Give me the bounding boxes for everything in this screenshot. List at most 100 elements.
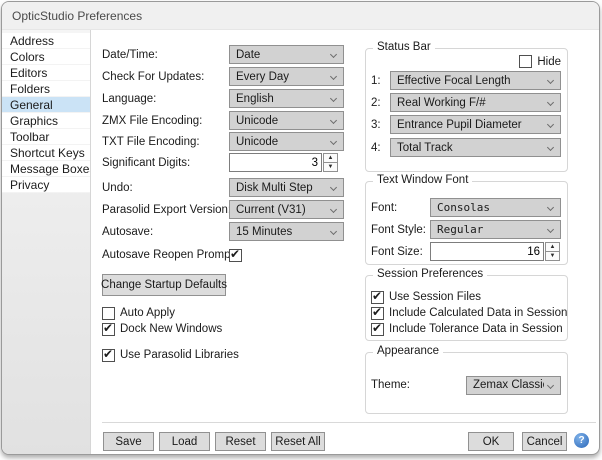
autosave-dropdown[interactable]: 15 Minutes — [229, 222, 344, 241]
check-updates-label: Check For Updates: — [102, 71, 229, 83]
help-button[interactable]: ? — [574, 433, 589, 448]
dock-new-windows-row: ✔ Dock New Windows — [102, 322, 222, 336]
slot-3-number: 3: — [371, 119, 390, 131]
check-icon: ✔ — [372, 305, 382, 319]
sidebar-item-folders[interactable]: Folders — [2, 81, 90, 97]
autosave-reopen-checkbox[interactable]: ✔ — [229, 249, 242, 262]
include-tolerance-row: ✔ Include Tolerance Data in Session — [371, 322, 563, 336]
sidebar-item-shortcut-keys[interactable]: Shortcut Keys — [2, 145, 90, 161]
include-calculated-checkbox[interactable]: ✔ — [371, 307, 384, 320]
font-size-spinner: ▲ ▼ — [430, 242, 560, 261]
auto-apply-checkbox[interactable]: ✔ — [102, 307, 115, 320]
dock-new-windows-checkbox[interactable]: ✔ — [102, 323, 115, 336]
sidebar: Address Colors Editors Folders General G… — [2, 30, 91, 454]
font-size-label: Font Size: — [371, 246, 430, 258]
sidebar-item-address[interactable]: Address — [2, 33, 90, 49]
spin-up-icon[interactable]: ▲ — [545, 242, 560, 252]
font-row: Font: Consolas — [371, 198, 561, 217]
field-row-significant-digits: Significant Digits: ▲ ▼ — [102, 153, 338, 172]
font-size-input[interactable] — [430, 242, 544, 261]
chevron-down-icon — [330, 51, 337, 58]
use-parasolid-libraries-checkbox[interactable]: ✔ — [102, 349, 115, 362]
text-window-font-group-title: Text Window Font — [373, 174, 472, 186]
chevron-down-icon — [330, 206, 337, 213]
significant-digits-input[interactable] — [229, 153, 322, 172]
reset-all-button[interactable]: Reset All — [271, 432, 325, 451]
footer-separator — [102, 422, 596, 423]
cancel-button[interactable]: Cancel — [522, 432, 567, 451]
auto-apply-label: Auto Apply — [120, 307, 175, 319]
parasolid-version-dropdown[interactable]: Current (V31) — [229, 200, 344, 219]
theme-dropdown[interactable]: Zemax Classic — [466, 376, 561, 395]
chevron-down-icon — [330, 73, 337, 80]
check-icon: ✔ — [103, 321, 113, 335]
font-dropdown[interactable]: Consolas — [430, 198, 561, 217]
field-row-language: Language: English — [102, 89, 344, 108]
date-time-dropdown[interactable]: Date — [229, 45, 344, 64]
hide-row: ✔ Hide — [519, 55, 561, 68]
field-row-zmx-encoding: ZMX File Encoding: Unicode — [102, 111, 344, 130]
language-label: Language: — [102, 93, 229, 105]
include-tolerance-checkbox[interactable]: ✔ — [371, 323, 384, 336]
question-mark-icon: ? — [578, 435, 584, 446]
save-button[interactable]: Save — [103, 432, 154, 451]
theme-label: Theme: — [371, 379, 466, 391]
sidebar-item-privacy[interactable]: Privacy — [2, 177, 90, 193]
chevron-down-icon — [330, 184, 337, 191]
use-parasolid-libraries-label: Use Parasolid Libraries — [120, 349, 239, 361]
title-bar[interactable]: OpticStudio Preferences — [2, 2, 599, 30]
spin-up-icon[interactable]: ▲ — [323, 153, 338, 163]
check-icon: ✔ — [372, 289, 382, 303]
slot-1-number: 1: — [371, 75, 390, 87]
status-slot-1-dropdown[interactable]: Effective Focal Length — [390, 71, 561, 90]
load-button[interactable]: Load — [159, 432, 210, 451]
sidebar-list: Address Colors Editors Folders General G… — [2, 33, 90, 193]
chevron-down-icon — [330, 95, 337, 102]
chevron-down-icon — [547, 204, 554, 211]
field-row-autosave: Autosave: 15 Minutes — [102, 222, 344, 241]
language-dropdown[interactable]: English — [229, 89, 344, 108]
zmx-encoding-dropdown[interactable]: Unicode — [229, 111, 344, 130]
theme-row: Theme: Zemax Classic — [371, 375, 561, 395]
chevron-down-icon — [330, 228, 337, 235]
change-startup-defaults-button[interactable]: Change Startup Defaults — [102, 274, 226, 296]
status-slot-3-dropdown[interactable]: Entrance Pupil Diameter — [390, 115, 561, 134]
reset-button[interactable]: Reset — [215, 432, 266, 451]
status-slot-2-dropdown[interactable]: Real Working F/# — [390, 93, 561, 112]
spin-down-icon[interactable]: ▼ — [323, 163, 338, 172]
auto-apply-row: ✔ Auto Apply — [102, 306, 175, 320]
screen: OpticStudio Preferences Address Colors E… — [0, 0, 602, 460]
chevron-down-icon — [330, 117, 337, 124]
significant-digits-label: Significant Digits: — [102, 157, 229, 169]
sidebar-item-toolbar[interactable]: Toolbar — [2, 129, 90, 145]
slot-4-number: 4: — [371, 142, 390, 154]
sidebar-item-graphics[interactable]: Graphics — [2, 113, 90, 129]
sidebar-item-colors[interactable]: Colors — [2, 49, 90, 65]
sidebar-item-general[interactable]: General — [2, 97, 90, 113]
status-slot-4-dropdown[interactable]: Total Track — [390, 138, 561, 157]
ok-button[interactable]: OK — [468, 432, 514, 451]
field-row-check-updates: Check For Updates: Every Day — [102, 67, 344, 86]
field-row-parasolid-version: Parasolid Export Version: Current (V31) — [102, 200, 344, 219]
spinner-buttons: ▲ ▼ — [323, 153, 338, 172]
preferences-dialog: OpticStudio Preferences Address Colors E… — [1, 1, 600, 455]
check-updates-dropdown[interactable]: Every Day — [229, 67, 344, 86]
field-row-txt-encoding: TXT File Encoding: Unicode — [102, 132, 344, 151]
sidebar-item-message-boxes[interactable]: Message Boxes — [2, 161, 90, 177]
use-session-files-checkbox[interactable]: ✔ — [371, 291, 384, 304]
include-calculated-row: ✔ Include Calculated Data in Session — [371, 306, 567, 320]
date-time-label: Date/Time: — [102, 49, 229, 61]
undo-dropdown[interactable]: Disk Multi Step — [229, 178, 344, 197]
txt-encoding-dropdown[interactable]: Unicode — [229, 132, 344, 151]
use-session-files-label: Use Session Files — [389, 291, 481, 303]
undo-label: Undo: — [102, 182, 229, 194]
hide-checkbox[interactable]: ✔ — [519, 55, 532, 68]
font-style-dropdown[interactable]: Regular — [430, 220, 561, 239]
spin-down-icon[interactable]: ▼ — [545, 252, 560, 261]
autosave-reopen-label: Autosave Reopen Prompt: — [102, 249, 229, 261]
check-icon: ✔ — [230, 247, 240, 261]
sidebar-item-editors[interactable]: Editors — [2, 65, 90, 81]
appearance-group: Appearance Theme: Zemax Classic — [365, 352, 568, 414]
field-row-undo: Undo: Disk Multi Step — [102, 178, 344, 197]
status-bar-group-title: Status Bar — [373, 41, 435, 53]
